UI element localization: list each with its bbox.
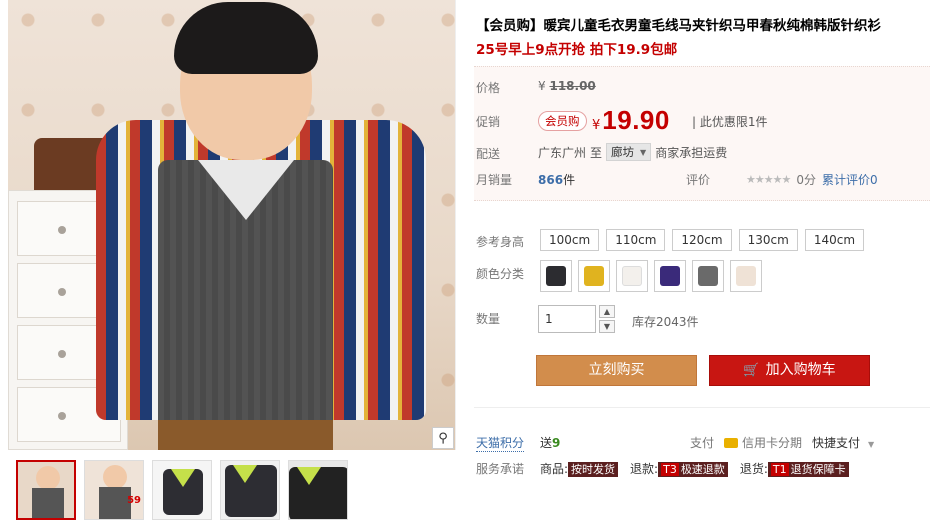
service-return[interactable]: 退货: T1 退货保障卡: [740, 460, 849, 477]
payment-options: 支付 信用卡分期 快捷支付 ▼: [690, 434, 874, 451]
price-panel: 价格 ¥ 118.00 促销 会员购 ¥19.90 | 此优惠限1件 配送 广东…: [474, 66, 930, 201]
color-swatch-yellow[interactable]: [578, 260, 610, 292]
shipping-info: 广东广州 至 廊坊 ▼ 商家承担运费: [538, 143, 727, 161]
size-option[interactable]: 130cm: [738, 229, 798, 251]
model-hair: [174, 2, 318, 74]
size-option[interactable]: 110cm: [606, 229, 666, 251]
size-option[interactable]: 140cm: [804, 229, 865, 251]
thumbnail-price-tag: 59: [127, 495, 141, 506]
service-label: 服务承诺: [476, 462, 525, 476]
rating-stars-icon: ★★★★★: [746, 173, 791, 186]
color-swatch-beige[interactable]: [730, 260, 762, 292]
price-label: 价格: [476, 81, 501, 95]
buy-now-button[interactable]: 立刻购买: [536, 355, 697, 386]
zoom-magnifier-icon[interactable]: ⚲: [432, 427, 454, 449]
thumbnail-1[interactable]: [16, 460, 76, 520]
delivery-label: 配送: [476, 147, 501, 161]
ship-to-word: 至: [590, 145, 603, 160]
size-options: 100cm 110cm 120cm 130cm 140cm: [540, 229, 865, 251]
service-goods[interactable]: 商品: 按时发货: [540, 460, 619, 477]
sales-label: 月销量: [476, 173, 513, 187]
thumbnail-strip: 59: [16, 460, 348, 520]
rating-score: 0分: [796, 173, 816, 187]
review-count-link[interactable]: 累计评价0: [822, 171, 878, 188]
quantity-input[interactable]: 1: [538, 305, 596, 333]
promo-label: 促销: [476, 115, 501, 129]
product-subtitle: 25号早上9点开抢 拍下19.9包邮: [476, 42, 678, 58]
color-label: 颜色分类: [476, 267, 525, 281]
cart-icon: 🛒: [743, 363, 760, 378]
color-swatch-navy[interactable]: [654, 260, 686, 292]
quantity-down-icon[interactable]: ▼: [599, 320, 615, 333]
quantity-up-icon[interactable]: ▲: [599, 305, 615, 318]
thumbnail-3[interactable]: [152, 460, 212, 520]
thumbnail-5[interactable]: [288, 460, 348, 520]
review-label: 评价: [686, 173, 711, 187]
chevron-down-icon: ▼: [640, 147, 647, 157]
points-label[interactable]: 天猫积分: [476, 434, 525, 452]
thumbnail-2[interactable]: 59: [84, 460, 144, 520]
main-product-image[interactable]: [8, 0, 456, 450]
points-value: 送9: [540, 436, 561, 450]
color-swatches: [540, 260, 762, 292]
promo-limit-text: | 此优惠限1件: [692, 115, 768, 129]
color-swatch-black[interactable]: [540, 260, 572, 292]
member-promo-badge: 会员购: [538, 111, 587, 131]
add-to-cart-label: 加入购物车: [765, 362, 836, 378]
model-pants: [158, 420, 333, 450]
divider: [474, 407, 930, 408]
fast-pay[interactable]: 快捷支付 ▼: [812, 434, 874, 451]
size-option[interactable]: 100cm: [540, 229, 600, 251]
knit-vest: [158, 160, 333, 445]
service-promises: 商品: 按时发货 退款: T3 极速退款 退货: T1 退货保障卡: [540, 460, 849, 477]
credit-card-icon: [724, 438, 739, 448]
original-price: ¥ 118.00: [538, 79, 596, 93]
chevron-down-icon: ▼: [868, 440, 875, 449]
thumbnail-4[interactable]: [220, 460, 280, 520]
credit-installment[interactable]: 信用卡分期: [724, 434, 802, 451]
size-option[interactable]: 120cm: [672, 229, 732, 251]
quantity-label: 数量: [476, 312, 501, 326]
stock-text: 库存2043件: [632, 315, 699, 329]
freight-text: 商家承担运费: [655, 145, 728, 160]
payment-label: 支付: [690, 436, 715, 450]
monthly-sales: 866件: [538, 173, 576, 187]
destination-select[interactable]: 廊坊 ▼: [606, 143, 652, 161]
color-swatch-photo[interactable]: [692, 260, 724, 292]
add-to-cart-button[interactable]: 🛒 加入购物车: [709, 355, 870, 386]
promo-price: ¥19.90: [592, 105, 670, 135]
product-title: 【会员购】暖宾儿童毛衣男童毛线马夹针织马甲春秋纯棉韩版针织衫: [476, 18, 881, 34]
ship-from: 广东广州: [538, 145, 587, 160]
size-label: 参考身高: [476, 235, 525, 249]
review-summary: 评价 ★★★★★ 0分 累计评价0: [686, 171, 878, 188]
service-refund[interactable]: 退款: T3 极速退款: [630, 460, 728, 477]
color-swatch-white[interactable]: [616, 260, 648, 292]
